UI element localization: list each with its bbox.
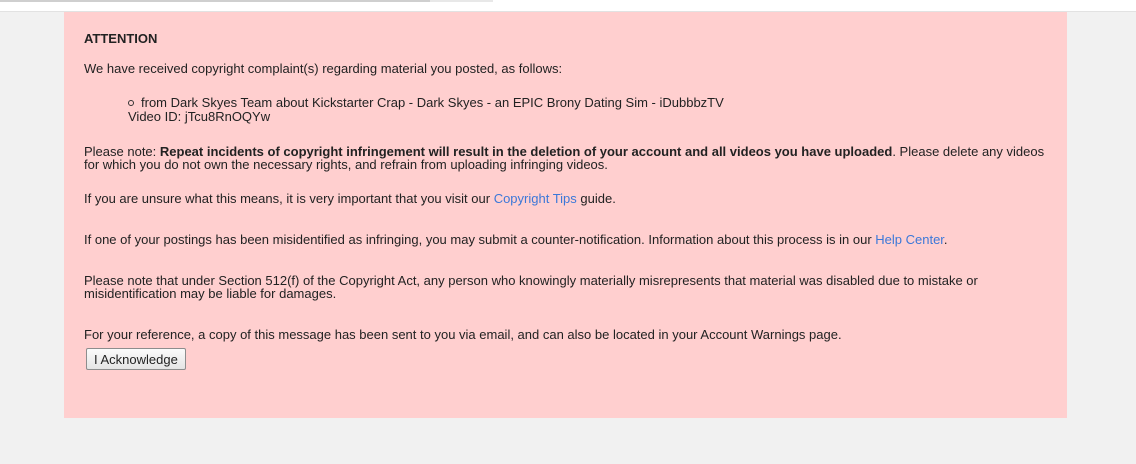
reference-paragraph: For your reference, a copy of this messa…: [84, 327, 842, 342]
acknowledge-button[interactable]: I Acknowledge: [86, 348, 186, 370]
notice-heading: ATTENTION: [84, 31, 158, 46]
tips-suffix: guide.: [576, 191, 616, 206]
copyright-tips-paragraph: If you are unsure what this means, it is…: [84, 192, 1047, 205]
loading-bar: [0, 0, 493, 2]
circle-bullet-icon: [128, 100, 134, 106]
list-item: from Dark Skyes Team about Kickstarter C…: [128, 96, 1047, 124]
counter-suffix: .: [943, 232, 948, 247]
tips-prefix: If you are unsure what this means, it is…: [84, 191, 494, 206]
complaint-description: from Dark Skyes Team about Kickstarter C…: [141, 95, 724, 110]
copyright-tips-link[interactable]: Copyright Tips: [494, 191, 577, 206]
help-center-link[interactable]: Help Center: [875, 232, 944, 247]
repeat-infringement-note: Please note: Repeat incidents of copyrig…: [84, 145, 1047, 171]
section-512-paragraph: Please note that under Section 512(f) of…: [84, 273, 978, 301]
copyright-notice-panel: ATTENTION We have received copyright com…: [64, 12, 1067, 418]
complaint-video-id: Video ID: jTcu8RnOQYw: [128, 109, 271, 124]
complaint-list: from Dark Skyes Team about Kickstarter C…: [84, 96, 1047, 124]
counter-prefix: If one of your postings has been misiden…: [84, 232, 876, 247]
counter-notification-paragraph: If one of your postings has been misiden…: [84, 233, 1047, 246]
loading-bar-segment: [430, 0, 493, 2]
notice-intro: We have received copyright complaint(s) …: [84, 61, 563, 76]
top-strip: [0, 0, 1136, 12]
